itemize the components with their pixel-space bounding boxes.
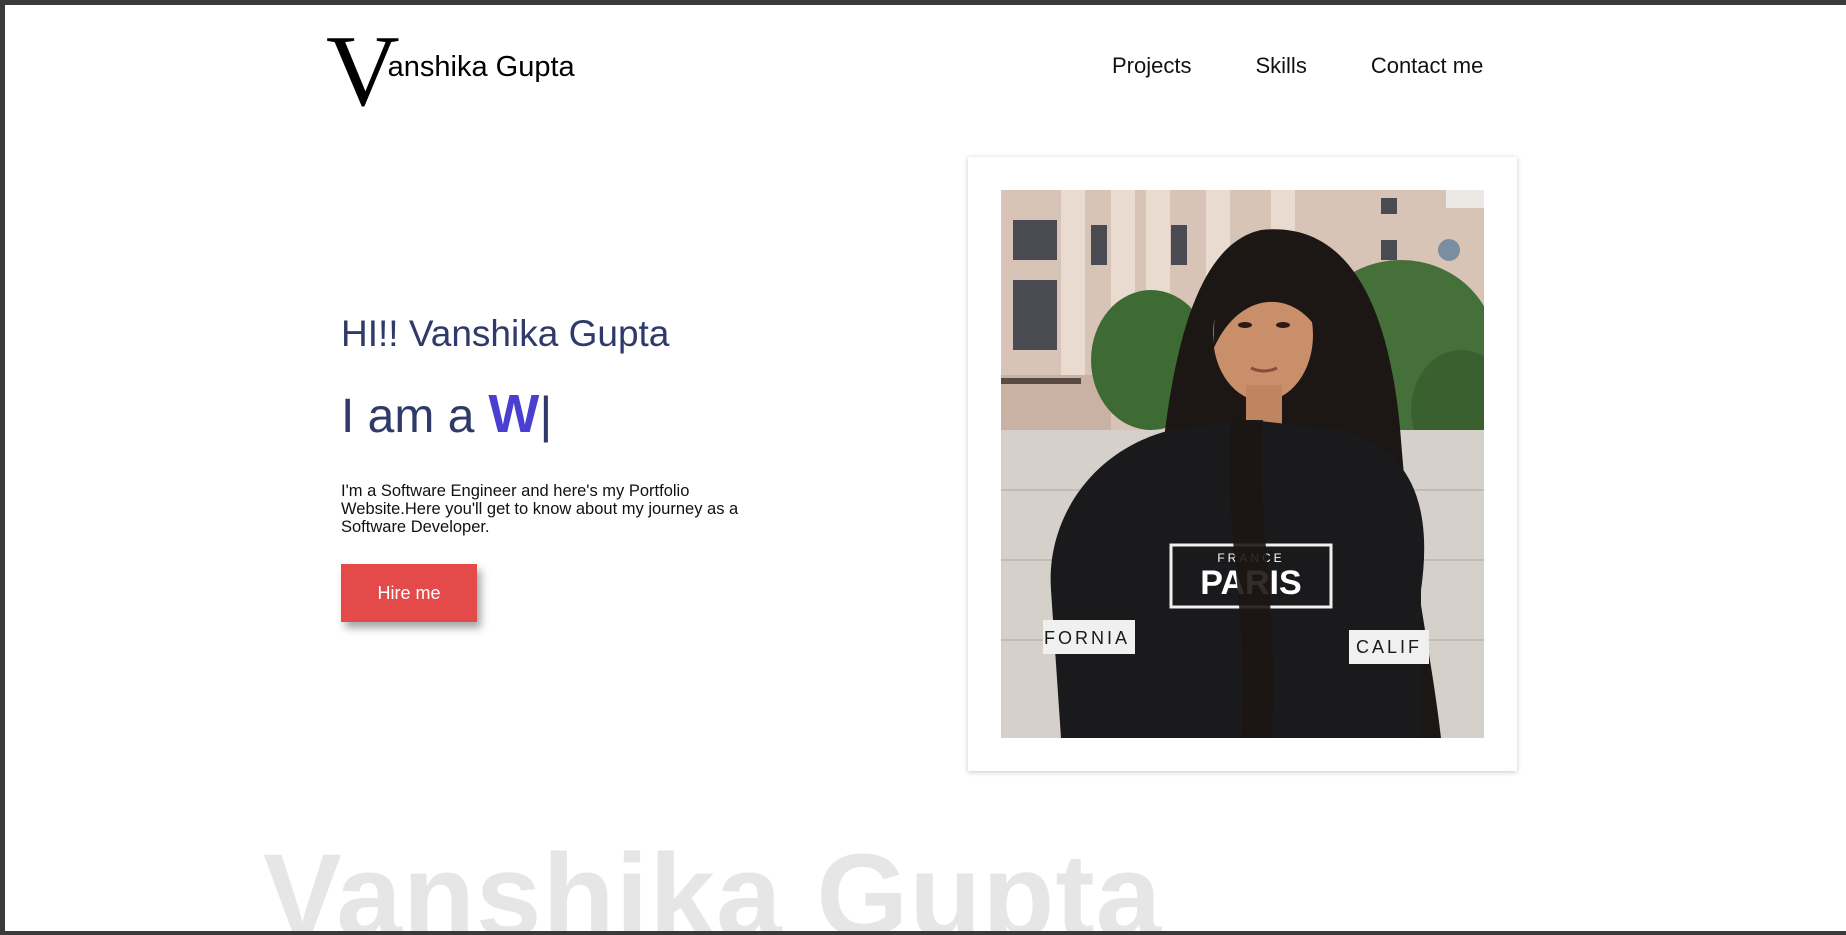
hero-greeting: HI!! Vanshika Gupta xyxy=(341,313,670,354)
sleeve-text-left: FORNIA xyxy=(1044,628,1130,648)
nav-contact-link[interactable]: Contact me xyxy=(1371,53,1484,79)
page: V anshika Gupta Projects Skills Contact … xyxy=(5,5,1846,931)
typing-cursor: | xyxy=(539,387,553,443)
background-watermark-name: Vanshika Gupta xyxy=(263,830,1163,931)
site-logo[interactable]: V anshika Gupta xyxy=(326,21,575,123)
profile-photo-illustration: FRANCE PARIS FORNIA CALIF xyxy=(1001,190,1484,738)
typed-role-line: I am a W | xyxy=(341,383,552,445)
sleeve-text-right: CALIF xyxy=(1356,637,1422,657)
profile-photo: FRANCE PARIS FORNIA CALIF xyxy=(1001,190,1484,738)
hero-bio: I'm a Software Engineer and here's my Po… xyxy=(341,482,739,536)
profile-photo-frame: FRANCE PARIS FORNIA CALIF xyxy=(968,157,1517,771)
role-prefix: I am a xyxy=(341,390,475,443)
hire-me-button[interactable]: Hire me xyxy=(341,564,477,622)
nav-projects-link[interactable]: Projects xyxy=(1112,53,1191,79)
main-nav: Projects Skills Contact me xyxy=(1112,53,1483,79)
nav-skills-link[interactable]: Skills xyxy=(1255,53,1306,79)
typed-role-word: W xyxy=(488,384,540,444)
logo-name: anshika Gupta xyxy=(387,51,575,83)
